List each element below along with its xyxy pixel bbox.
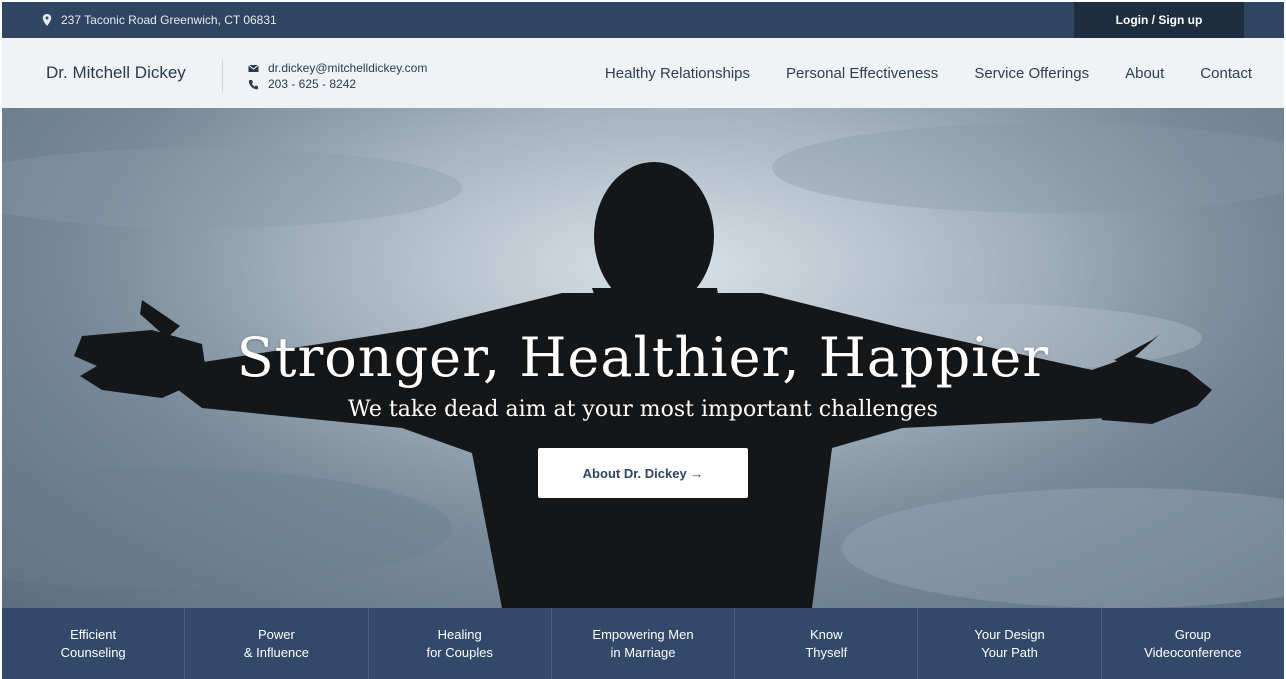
tile-line2: Your Path (981, 644, 1038, 660)
tile-empowering-men[interactable]: Empowering Men in Marriage (552, 608, 736, 679)
tile-line2: for Couples (426, 644, 493, 660)
phone-link[interactable]: 203 - 625 - 8242 (268, 76, 356, 92)
tile-line2: Counseling (60, 644, 126, 660)
tile-healing-for-couples[interactable]: Healing for Couples (369, 608, 552, 679)
address-text: 237 Taconic Road Greenwich, CT 06831 (61, 13, 277, 27)
tile-power-influence[interactable]: Power & Influence (185, 608, 369, 679)
tile-line2: & Influence (243, 644, 309, 660)
tile-group-videoconference[interactable]: Group Videoconference (1102, 608, 1284, 679)
tile-line1: Group (1174, 626, 1211, 642)
tile-your-design-your-path[interactable]: Your Design Your Path (918, 608, 1102, 679)
tile-know-thyself[interactable]: Know Thyself (735, 608, 919, 679)
header-divider (222, 60, 223, 92)
site-brand[interactable]: Dr. Mitchell Dickey (46, 38, 186, 108)
about-dr-dickey-button[interactable]: About Dr. Dickey → (538, 448, 748, 498)
tile-line2: Videoconference (1144, 644, 1242, 660)
tile-line2: Thyself (805, 644, 848, 660)
tile-line1: Your Design (974, 626, 1045, 642)
tile-efficient-counseling[interactable]: Efficient Counseling (2, 608, 186, 679)
nav-healthy-relationships[interactable]: Healthy Relationships (605, 65, 750, 82)
main-menu: Healthy Relationships Personal Effective… (605, 38, 1252, 108)
address-block: 237 Taconic Road Greenwich, CT 06831 (42, 2, 277, 38)
page-frame: 237 Taconic Road Greenwich, CT 06831 Log… (2, 2, 1284, 679)
map-pin-icon (42, 14, 52, 26)
nav-personal-effectiveness[interactable]: Personal Effectiveness (786, 65, 938, 82)
nav-service-offerings[interactable]: Service Offerings (974, 65, 1089, 82)
tile-line1: Healing (437, 626, 482, 642)
hero-title: Stronger, Healthier, Happier (236, 326, 1050, 389)
header-nav: Dr. Mitchell Dickey dr.dickey@mitchelldi… (2, 38, 1284, 108)
email-row: dr.dickey@mitchelldickey.com (248, 60, 427, 76)
nav-contact[interactable]: Contact (1200, 65, 1252, 82)
envelope-icon (248, 64, 259, 72)
phone-icon (248, 79, 258, 89)
email-link[interactable]: dr.dickey@mitchelldickey.com (268, 60, 427, 76)
contact-info: dr.dickey@mitchelldickey.com 203 - 625 -… (248, 60, 427, 92)
tile-line1: Power (257, 626, 295, 642)
tile-line1: Know (810, 626, 843, 642)
tile-line1: Empowering Men (592, 626, 694, 642)
top-bar: 237 Taconic Road Greenwich, CT 06831 Log… (2, 2, 1284, 38)
hero-subtitle: We take dead aim at your most important … (348, 397, 938, 422)
hero-banner: Stronger, Healthier, Happier We take dea… (2, 108, 1284, 608)
nav-about[interactable]: About (1125, 65, 1164, 82)
service-tiles: Efficient Counseling Power & Influence H… (2, 608, 1284, 679)
tile-line2: in Marriage (610, 644, 676, 660)
login-signup-button[interactable]: Login / Sign up (1074, 2, 1244, 38)
phone-row: 203 - 625 - 8242 (248, 76, 427, 92)
tile-line1: Efficient (70, 626, 117, 642)
